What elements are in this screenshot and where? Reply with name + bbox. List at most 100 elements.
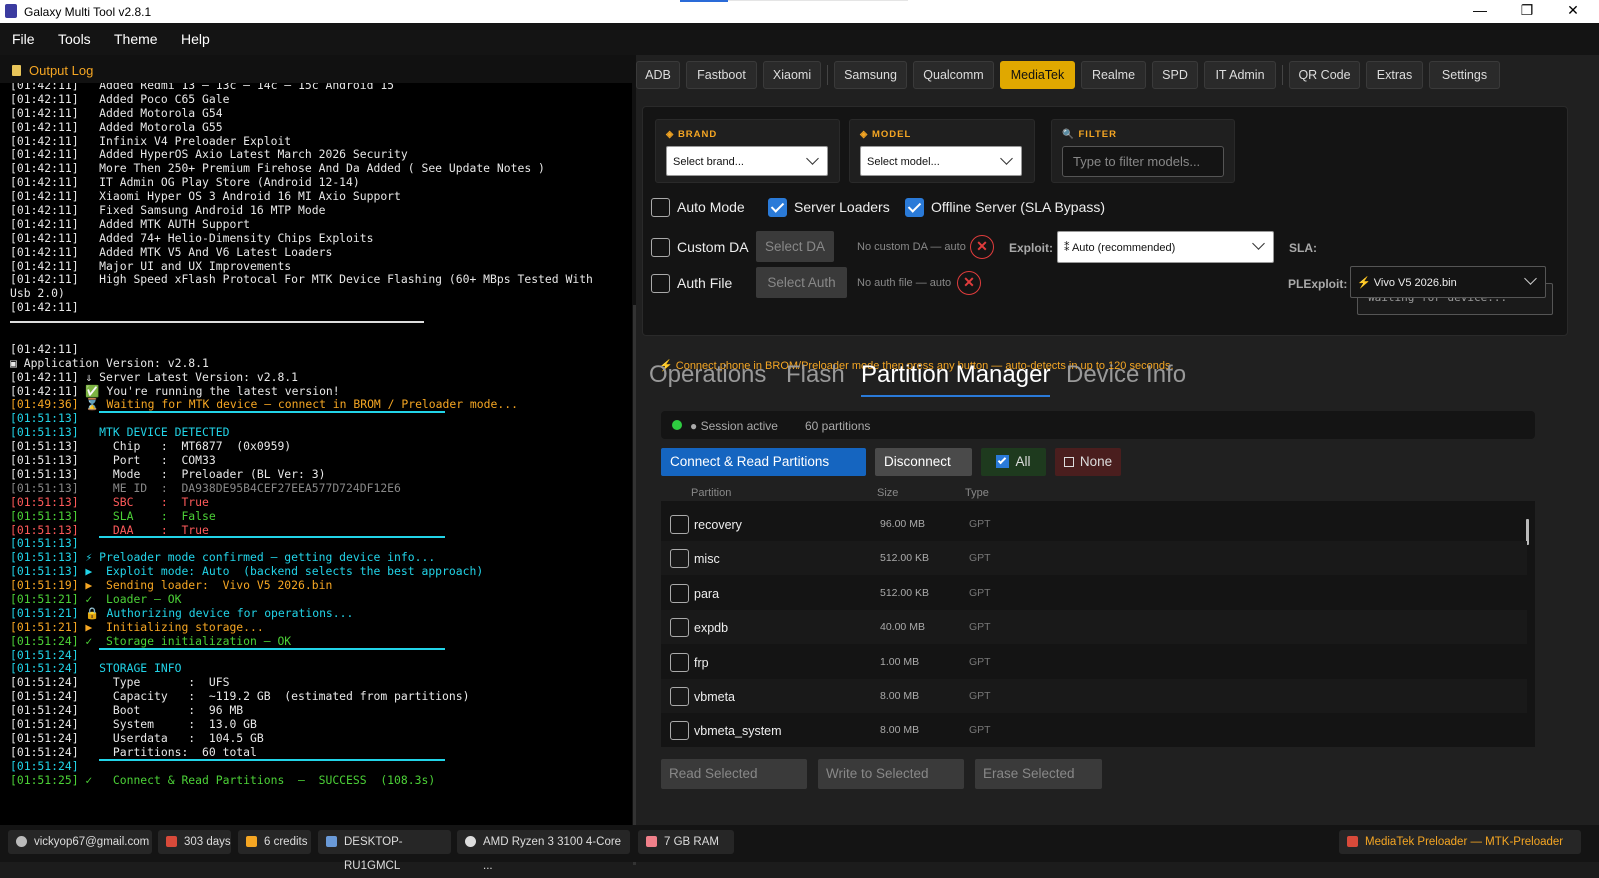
monitor-icon [326, 836, 337, 847]
table-row[interactable]: recovery 96.00 MB GPT [661, 507, 1527, 541]
brand-group: ◈ BRAND Select brand... [655, 119, 840, 183]
status-email-text: vickyop67@gmail.com [34, 836, 150, 848]
status-mode: MediaTek Preloader — MTK-Preloader [1339, 830, 1581, 854]
plexploit-value: ⚡ Vivo V5 2026.bin [1357, 277, 1457, 289]
write-selected-button[interactable]: Write to Selected [818, 759, 964, 789]
tab-samsung[interactable]: Samsung [834, 61, 907, 89]
log-line: [01:42:11] Added MTK V5 And V6 Latest Lo… [10, 244, 333, 259]
partition-size: 1.00 MB [880, 655, 920, 668]
maximize-button[interactable]: ❐ [1505, 0, 1549, 23]
tab-mediatek[interactable]: MediaTek [1000, 61, 1075, 89]
tab-spd[interactable]: SPD [1152, 61, 1198, 89]
tab-it-admin[interactable]: IT Admin [1204, 61, 1276, 89]
erase-selected-button[interactable]: Erase Selected [975, 759, 1102, 789]
subtab-operations[interactable]: Operations [649, 361, 766, 389]
select-all-button[interactable]: All [981, 448, 1046, 476]
partition-type: GPT [969, 690, 991, 702]
session-status: ● Session active [690, 419, 778, 433]
row-checkbox[interactable] [670, 583, 689, 603]
table-row[interactable]: expdb 40.00 MB GPT [661, 610, 1527, 645]
select-auth-button[interactable]: Select Auth [756, 267, 847, 298]
log-line: [01:42:11] Added MTK AUTH Support [10, 216, 251, 231]
auth-file-label: Auth File [677, 275, 733, 291]
tab-xiaomi[interactable]: Xiaomi [763, 61, 821, 89]
filter-group: 🔍 FILTER Type to filter models... [1051, 119, 1235, 183]
partition-size: 512.00 KB [880, 552, 930, 565]
tab-qualcomm[interactable]: Qualcomm [913, 61, 994, 89]
tab-separator [1282, 65, 1283, 85]
log-separator [99, 758, 445, 761]
row-checkbox[interactable] [670, 515, 689, 534]
coin-icon [246, 836, 257, 847]
table-row[interactable]: misc 512.00 KB GPT [661, 541, 1527, 576]
log-line: [01:42:11] Major UI and UX Improvements [10, 258, 292, 273]
partition-size: 96.00 MB [880, 518, 925, 530]
log-line: [01:51:24] Partitions: 60 total [10, 744, 257, 759]
brand-select[interactable]: Select brand... [666, 146, 828, 176]
row-checkbox[interactable] [670, 721, 689, 741]
log-area[interactable]: [01:42:11] Added Redmi 13 – 13c – 14c – … [0, 83, 632, 825]
row-checkbox[interactable] [670, 618, 689, 638]
row-checkbox[interactable] [670, 549, 689, 569]
table-row[interactable]: frp 1.00 MB GPT [661, 645, 1527, 679]
tab-qr-code[interactable]: QR Code [1289, 61, 1360, 89]
log-line: [01:42:11] Added Motorola G55 [10, 119, 223, 134]
select-da-button[interactable]: Select DA [756, 231, 834, 262]
log-icon [12, 65, 21, 76]
auto-mode-checkbox[interactable] [651, 198, 670, 217]
close-button[interactable]: ✕ [1551, 0, 1595, 23]
custom-da-checkbox[interactable] [651, 238, 670, 257]
exploit-select[interactable]: ⁑ Auto (recommended) [1057, 231, 1274, 263]
auth-file-checkbox[interactable] [651, 274, 670, 293]
select-none-label: None [1079, 454, 1113, 469]
menu-help[interactable]: Help [181, 31, 210, 47]
subtab-partition-manager[interactable]: Partition Manager [861, 361, 1051, 397]
offline-server-checkbox[interactable] [905, 198, 924, 217]
exploit-value: ⁑ Auto (recommended) [1064, 242, 1176, 254]
log-line: [01:42:11] Added HyperOS Axio Latest Mar… [10, 147, 408, 162]
col-partition: Partition [691, 487, 732, 499]
subtab-flash[interactable]: Flash [786, 361, 845, 389]
partition-table[interactable]: recovery 96.00 MB GPT misc 512.00 KB GPT para 5… [661, 501, 1535, 747]
select-none-button[interactable]: None [1055, 448, 1121, 476]
minimize-button[interactable]: — [1458, 0, 1502, 23]
output-log-header: Output Log [12, 63, 93, 78]
log-line: [01:51:13] ▶ Exploit mode: Auto (backend… [10, 564, 484, 579]
server-loaders-checkbox[interactable] [768, 198, 787, 217]
disconnect-button[interactable]: Disconnect [875, 448, 972, 476]
table-row[interactable]: vbmeta 8.00 MB GPT [661, 679, 1527, 713]
table-row[interactable]: para 512.00 KB GPT [661, 576, 1527, 610]
menu-file[interactable]: File [12, 31, 35, 47]
menu-tools[interactable]: Tools [58, 31, 91, 47]
status-mode-text: MediaTek Preloader — MTK-Preloader [1365, 836, 1564, 848]
log-line: [01:42:11] [10, 341, 79, 356]
chevron-down-icon [1252, 237, 1265, 250]
partition-name: vbmeta [694, 690, 735, 704]
row-checkbox[interactable] [670, 687, 689, 706]
window-title: Galaxy Multi Tool v2.8.1 [24, 5, 152, 19]
tab-fastboot[interactable]: Fastboot [686, 61, 757, 89]
tab-extras[interactable]: Extras [1366, 61, 1423, 89]
calendar-icon [166, 836, 177, 847]
filter-input[interactable]: Type to filter models... [1062, 146, 1224, 177]
log-line: [01:42:11] IT Admin OG Play Store (Andro… [10, 175, 360, 190]
log-line: [01:51:13] [10, 411, 593, 426]
subtab-device-info[interactable]: Device Info [1066, 361, 1186, 389]
plexploit-select[interactable]: ⚡ Vivo V5 2026.bin [1350, 266, 1546, 298]
tab-settings[interactable]: Settings [1429, 61, 1500, 89]
log-line: [01:42:11] Added Motorola G54 [10, 105, 223, 120]
read-selected-button[interactable]: Read Selected [661, 759, 807, 789]
brand-label: ◈ BRAND [666, 129, 718, 140]
exploit-label: Exploit: [1009, 241, 1053, 255]
row-checkbox[interactable] [670, 652, 689, 672]
connect-read-partitions-button[interactable]: Connect & Read Partitions [661, 448, 866, 476]
clear-auth-icon[interactable]: ✕ [957, 271, 981, 295]
menu-theme[interactable]: Theme [114, 31, 158, 47]
log-line: [01:51:24] Boot : 96 MB [10, 703, 244, 718]
clear-da-icon[interactable]: ✕ [970, 235, 994, 259]
table-row[interactable]: vbmeta_system 8.00 MB GPT [661, 713, 1527, 747]
tab-adb[interactable]: ADB [636, 61, 680, 89]
model-select[interactable]: Select model... [860, 146, 1022, 176]
tab-realme[interactable]: Realme [1081, 61, 1146, 89]
log-line: [01:51:21] 🔒 Authorizing device for oper… [10, 605, 354, 620]
